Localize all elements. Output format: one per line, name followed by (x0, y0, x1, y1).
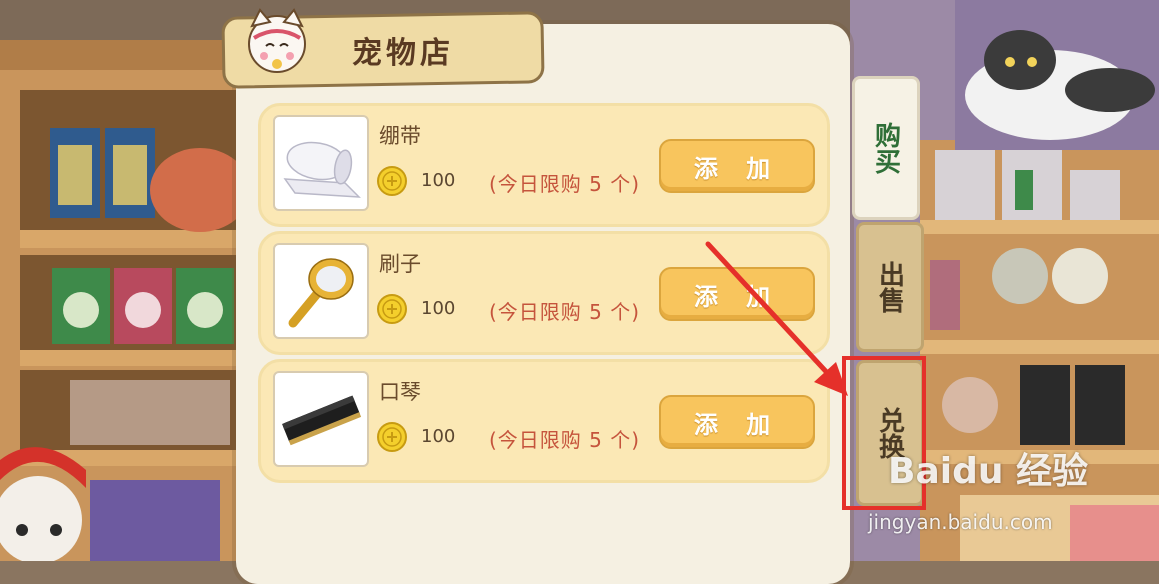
coin-icon (377, 166, 407, 196)
item-name: 绷带 (379, 124, 421, 148)
tab-buy[interactable]: 购买 (852, 76, 920, 220)
item-thumbnail (273, 371, 369, 467)
item-price: 100 (421, 298, 456, 319)
shop-item-harmonica: 口琴 100 (今日限购 5 个) 添 加 (258, 359, 830, 483)
add-button[interactable]: 添 加 (659, 139, 815, 193)
item-purchase-limit: (今日限购 5 个) (489, 172, 641, 196)
item-purchase-limit: (今日限购 5 个) (489, 428, 641, 452)
item-name: 口琴 (379, 380, 421, 404)
item-thumbnail (273, 243, 369, 339)
shop-title: 宠物店 (352, 36, 454, 71)
harmonica-icon (282, 395, 362, 446)
item-price: 100 (421, 426, 456, 447)
coin-icon (377, 422, 407, 452)
lucky-cat-icon (248, 8, 306, 73)
coin-icon (377, 294, 407, 324)
shop-item-brush: 刷子 100 (今日限购 5 个) 添 加 (258, 231, 830, 355)
watermark-url: jingyan.baidu.com (868, 510, 1053, 534)
brush-icon (288, 258, 354, 328)
bandage-icon (283, 141, 361, 198)
item-name: 刷子 (379, 252, 421, 276)
item-price: 100 (421, 170, 456, 191)
item-thumbnail (273, 115, 369, 211)
item-purchase-limit: (今日限购 5 个) (489, 300, 641, 324)
tab-sell[interactable]: 出售 (856, 222, 924, 352)
shop-item-bandage: 绷带 100 (今日限购 5 个) 添 加 (258, 103, 830, 227)
add-button[interactable]: 添 加 (659, 395, 815, 449)
watermark-logo: Baidu 经验 (888, 451, 1089, 492)
add-button[interactable]: 添 加 (659, 267, 815, 321)
